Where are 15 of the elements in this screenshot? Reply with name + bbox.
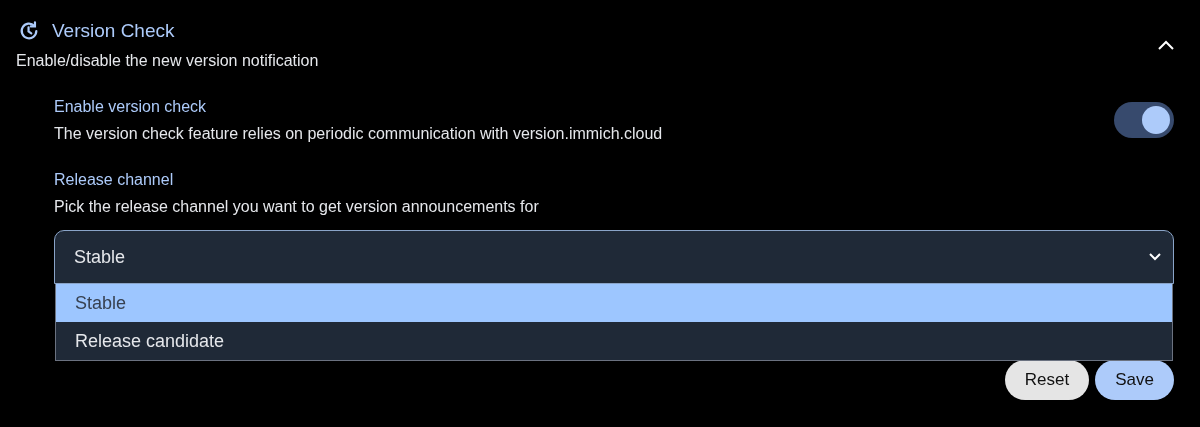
setting-description: The version check feature relies on periodic communication with version.immich.cloud [54,125,663,143]
setting-label: Enable version check [54,98,208,116]
dropdown-option[interactable]: Release candidate [56,322,1172,360]
setting-description: Pick the release channel you want to get version announcements for [54,198,540,216]
toggle-switch[interactable] [1114,101,1174,138]
setting-label: Release channel [54,171,175,189]
section-description: Enable/disable the new version notification [16,52,319,70]
dropdown-option[interactable]: Stable [56,284,1172,322]
reset-button[interactable]: Reset [1004,360,1090,400]
release-channel-select[interactable]: Stable [54,230,1174,284]
chevron-down-icon [1149,253,1161,261]
section-title: Version Check [52,20,175,42]
history-icon [18,20,40,42]
chevron-up-icon [1156,38,1176,52]
save-button[interactable]: Save [1095,360,1174,400]
